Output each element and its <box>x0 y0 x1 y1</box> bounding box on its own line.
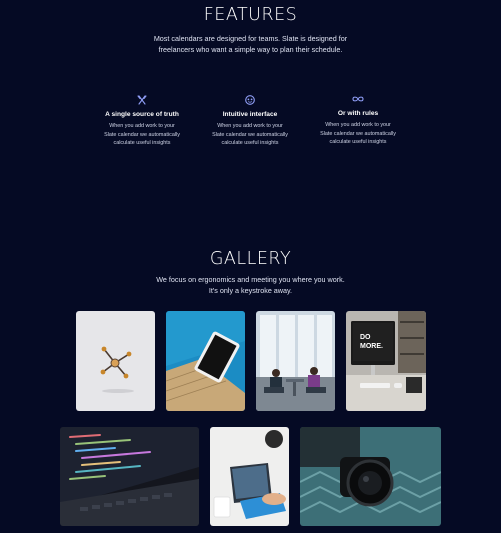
monitor-text-line: MORE. <box>360 343 383 350</box>
face-icon <box>245 95 255 105</box>
feature-title: Intuitive interface <box>222 111 278 118</box>
feature-description-line: When you add work to your <box>217 123 283 129</box>
gallery-image-meeting[interactable] <box>256 311 335 411</box>
gallery-subtitle: We focus on ergonomics and meeting you w… <box>0 275 501 296</box>
gallery-image-tablet-pool[interactable] <box>166 311 245 411</box>
feature-description-line: Slate calendar we automatically <box>104 131 180 138</box>
feature-description: When you add work to your Slate calendar… <box>304 121 412 147</box>
feature-description-line: When you add work to your <box>325 122 391 128</box>
gallery-image-code-laptop[interactable] <box>60 427 199 526</box>
feature-description-line: Slate calendar we automatically <box>212 131 288 138</box>
feature-description: When you add work to your Slate calendar… <box>196 122 304 148</box>
features-subtitle: Most calendars are designed for teams. S… <box>0 34 501 55</box>
feature-description-line: calculate useful insights <box>113 140 171 147</box>
utensils-icon <box>137 95 147 105</box>
gallery-image-camera[interactable] <box>300 427 441 526</box>
feature-description-line: calculate useful insights <box>329 139 387 146</box>
feature-description-line: Slate calendar we automatically <box>320 130 396 137</box>
feature-description-line: calculate useful insights <box>221 140 279 147</box>
feature-card-source-of-truth: A single source of truth When you add wo… <box>88 95 196 148</box>
features-subtitle-line: freelancers who want a simple way to pla… <box>158 44 343 54</box>
gallery-subtitle-line: We focus on ergonomics and meeting you w… <box>156 275 345 284</box>
infinity-icon <box>352 96 364 102</box>
gallery-title: GALLERY <box>209 249 292 269</box>
feature-card-intuitive-interface: Intuitive interface When you add work to… <box>196 95 304 148</box>
feature-description: When you add work to your Slate calendar… <box>88 122 196 148</box>
features-title: FEATURES <box>203 5 298 25</box>
feature-card-or-with-rules: Or with rules When you add work to your … <box>304 94 412 147</box>
gallery-image-tablet-desk[interactable] <box>210 427 289 526</box>
features-subtitle-line: Most calendars are designed for teams. S… <box>153 34 348 43</box>
feature-title: A single source of truth <box>105 111 179 118</box>
feature-title: Or with rules <box>337 110 379 117</box>
feature-description-line: When you add work to your <box>109 123 175 129</box>
gallery-image-workspace[interactable]: DO MORE. <box>346 311 426 411</box>
monitor-text-line: DO <box>360 334 371 341</box>
gallery-image-drone[interactable] <box>76 311 155 411</box>
gallery-subtitle-line: It's only a keystroke away. <box>208 285 293 295</box>
